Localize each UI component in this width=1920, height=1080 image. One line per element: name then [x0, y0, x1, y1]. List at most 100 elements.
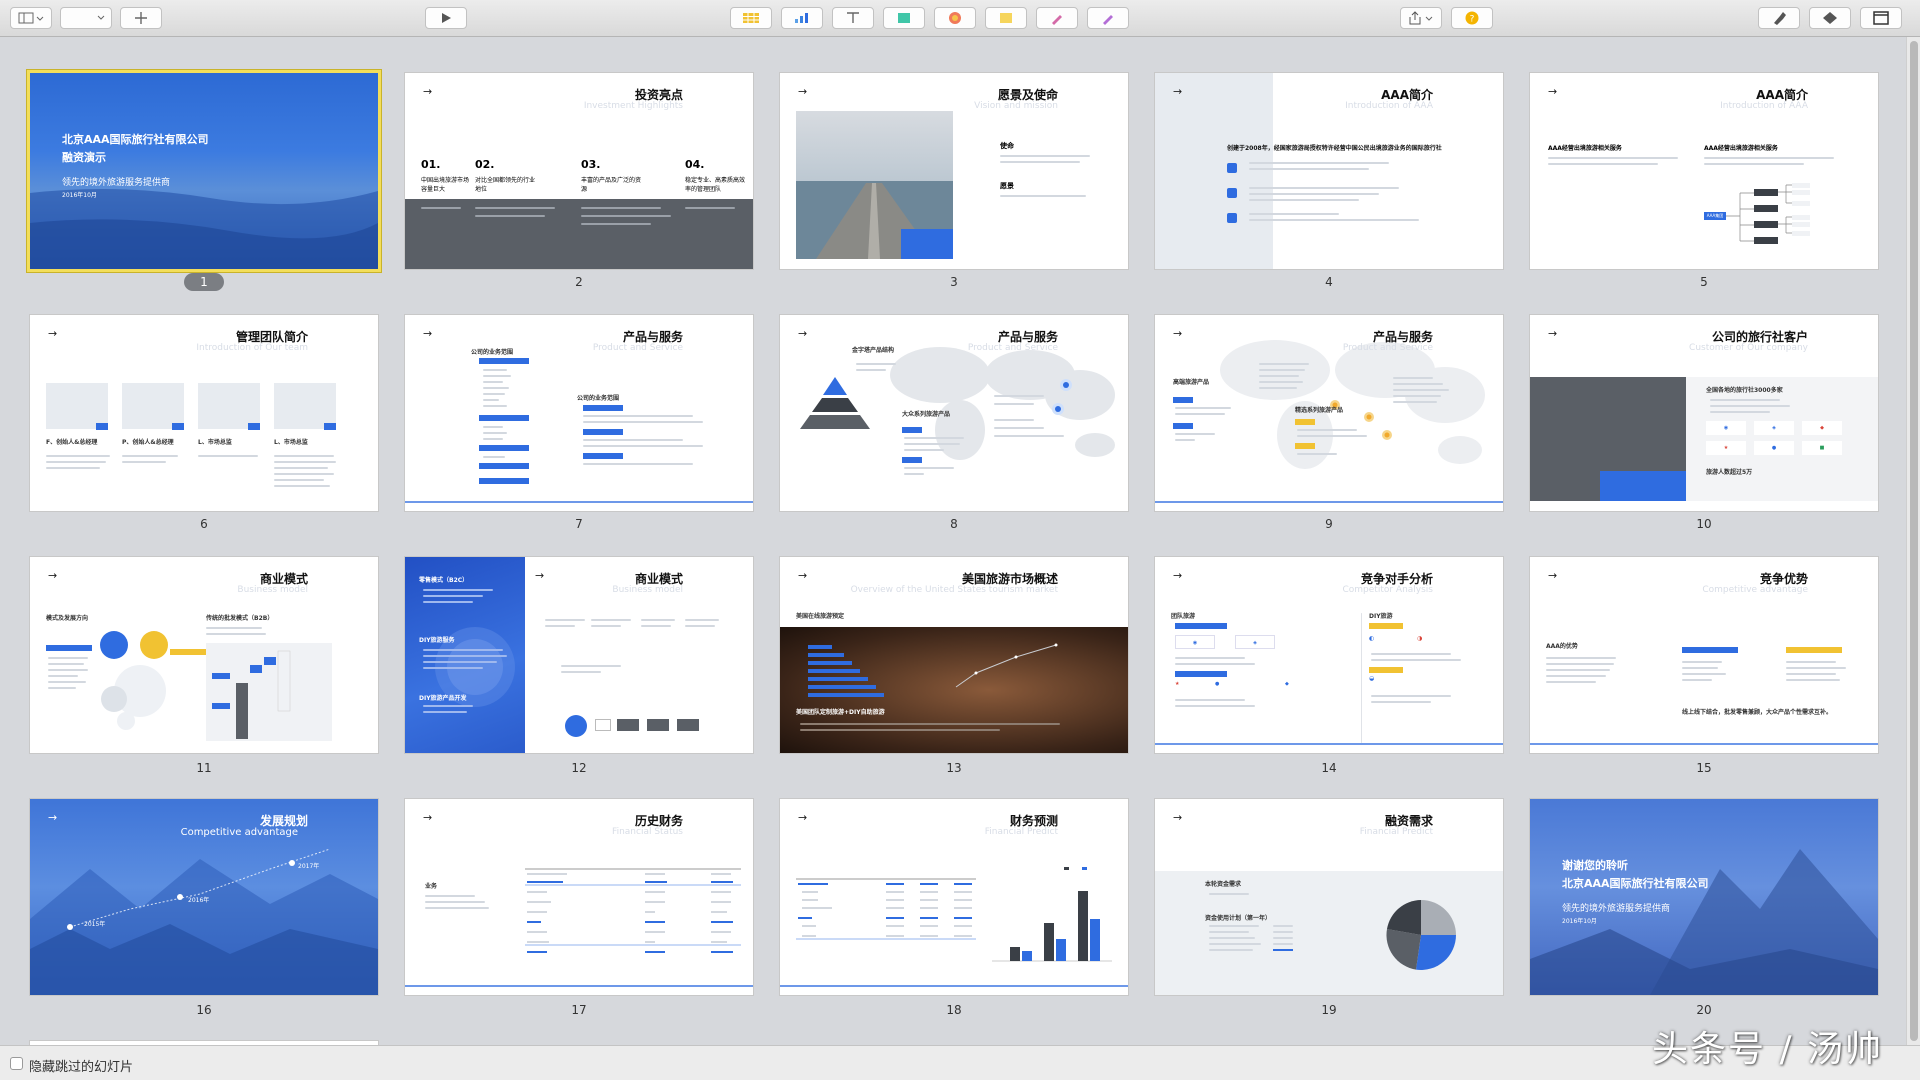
slide-thumbnail-20[interactable]: 谢谢您的聆听 北京AAA国际旅行社有限公司 领先的境外旅游服务提供商 2016年…: [1530, 799, 1878, 995]
competitor-logo: ◈: [1235, 635, 1275, 649]
client-logo: ◉: [1706, 421, 1746, 435]
slide-title: 北京AAA国际旅行社有限公司: [62, 133, 209, 146]
add-slide-button[interactable]: [120, 7, 162, 29]
highlight-text: 丰富的产品及广泛的资源: [581, 177, 642, 193]
forecast-table: [796, 878, 976, 940]
chart-button[interactable]: [781, 7, 823, 29]
slide-grid: 北京AAA国际旅行社有限公司 融资演示 领先的境外旅游服务提供商 2016年10…: [0, 37, 1906, 1045]
competitor-logo: ◑: [1417, 635, 1423, 642]
funding-pie-chart: [1386, 900, 1456, 970]
slide-thumbnail-19[interactable]: → 融资需求 Financial Predict 本轮资金需求 资金使用计划（第…: [1155, 799, 1503, 995]
draw-button[interactable]: [1087, 7, 1129, 29]
slide-thumbnail-10[interactable]: → 公司的旅行社客户 Customer of Our company 全国各地的…: [1530, 315, 1878, 511]
slide-subtitle: Customer of Our company: [1689, 343, 1808, 353]
slide-thumbnail-12[interactable]: 零售模式（B2C） DIY旅游服务 DIY旅游产品开发 → 商业模式 Busin…: [405, 557, 753, 753]
slide-subtitle: Competitive advantage: [180, 827, 298, 838]
slide-subtitle: Financial Predict: [1359, 827, 1433, 837]
client-logo: ◈: [1754, 421, 1794, 435]
shape-button[interactable]: [883, 7, 925, 29]
highlight-text: 中国出境旅游市场容量巨大: [421, 177, 470, 193]
slide-thumbnail-15[interactable]: → 竞争优势 Competitive advantage AAA的优势 线上线下…: [1530, 557, 1878, 753]
slide-thumbnail-5[interactable]: → AAA简介 Introduction of AAA AAA经营出境旅游相关服…: [1530, 73, 1878, 269]
arrow-icon: →: [423, 811, 433, 824]
arrow-icon: →: [798, 569, 808, 582]
highlight-number: 01.: [421, 158, 441, 171]
slide-number-5: 5: [1700, 275, 1708, 289]
comment-button[interactable]: [985, 7, 1027, 29]
section-label: 美国团队定制旅游+DIY自助旅游: [796, 709, 885, 716]
tree-diagram: [1726, 183, 1810, 244]
format-button[interactable]: [1758, 7, 1800, 29]
slide-subtitle: Financial Predict: [984, 827, 1058, 837]
slide-thumbnail-13[interactable]: → 美国旅游市场概述 Overview of the United States…: [780, 557, 1128, 753]
document-button[interactable]: [1860, 7, 1902, 29]
competitor-logo: ◒: [1369, 675, 1375, 682]
section-label: 本轮资金需求: [1205, 881, 1242, 888]
slide-thumbnail-8[interactable]: → 产品与服务 Product and Service 金字塔产品结构 大众系列…: [780, 315, 1128, 511]
hide-skipped-checkbox[interactable]: [10, 1057, 23, 1070]
highlight-number: 04.: [685, 158, 705, 171]
arrow-icon: →: [535, 569, 545, 582]
vertical-scrollbar[interactable]: [1906, 37, 1920, 1045]
slide-thumbnail-17[interactable]: → 历史财务 Financial Status 业务: [405, 799, 753, 995]
slide-thumbnail-4[interactable]: → AAA简介 Introduction of AAA 创建于2008年，经国家…: [1155, 73, 1503, 269]
scrollbar-thumb[interactable]: [1910, 41, 1918, 1041]
highlight-text: 稳定专业、高素质高效率的管理团队: [685, 177, 746, 193]
arrow-icon: →: [423, 85, 433, 98]
member-name: F、创始人&总经理: [46, 439, 98, 446]
dark-band: [405, 199, 753, 269]
slide-thumbnail-7[interactable]: → 产品与服务 Product and Service 公司的业务范围 公司的业…: [405, 315, 753, 511]
table-button[interactable]: [730, 7, 772, 29]
slide-number-15: 15: [1696, 761, 1712, 775]
text-icon: [847, 12, 859, 23]
icon-badge: [1227, 163, 1237, 173]
view-menu-button[interactable]: [10, 7, 52, 29]
chevron-down-icon: [97, 15, 105, 20]
section-label: 资金使用计划（第一年）: [1205, 915, 1272, 922]
highlight-number: 03.: [581, 158, 601, 171]
slide-thumbnail-2[interactable]: → 投资亮点 Investment Highlights 01. 02. 03.…: [405, 73, 753, 269]
timeline-year: 2016年: [188, 897, 210, 904]
play-button[interactable]: [425, 7, 467, 29]
slide-subtitle: Competitor Analysis: [1342, 585, 1433, 595]
slide-number-18: 18: [946, 1003, 962, 1017]
pen-icon: [1052, 15, 1062, 25]
section-label: 模式及发展方向: [46, 615, 89, 622]
slide-headline: 全国各地的旅行社3000多家: [1706, 387, 1783, 394]
slide-thumbnail-14[interactable]: → 竞争对手分析 Competitor Analysis 团队旅游 DIY旅游 …: [1155, 557, 1503, 753]
slide-number-1: 1: [184, 273, 224, 291]
document-icon: [1873, 11, 1889, 25]
forecast-bar-chart: [992, 867, 1112, 962]
svg-text:?: ?: [1470, 15, 1475, 25]
business-model-diagram: [100, 631, 168, 730]
brush-icon: [1103, 15, 1113, 25]
mission-label: 使命: [1000, 142, 1014, 150]
slide-number-4: 4: [1325, 275, 1333, 289]
section-label: 大众系列旅游产品: [902, 411, 951, 418]
slide-thumbnail-9[interactable]: → 产品与服务 Product and Service 高端旅游产品 精选系列旅…: [1155, 315, 1503, 511]
slide-thumbnail-6[interactable]: → 管理团队简介 Introduction of Our team F、创始人&…: [30, 315, 378, 511]
competitor-logo: ★: [1175, 681, 1180, 687]
member-name: L、市场总监: [198, 439, 232, 446]
member-name: L、市场总监: [274, 439, 308, 446]
arrow-icon: →: [48, 569, 58, 582]
slide-thumbnail-3[interactable]: → 愿景及使命 Vision and mission 使命 愿景: [780, 73, 1128, 269]
slide-subtitle: Business model: [612, 585, 683, 595]
arrow-icon: →: [798, 327, 808, 340]
slide-thumbnail-18[interactable]: → 财务预测 Financial Predict: [780, 799, 1128, 995]
media-button[interactable]: [934, 7, 976, 29]
timeline-year: 2017年: [298, 863, 320, 870]
text-button[interactable]: [832, 7, 874, 29]
competitor-logo: ●: [1215, 681, 1220, 687]
slide-thumbnail-11[interactable]: → 商业模式 Business model 模式及发展方向 传统的批发模式（B2…: [30, 557, 378, 753]
collaborate-button[interactable]: [1036, 7, 1078, 29]
share-button[interactable]: [1400, 7, 1442, 29]
zoom-menu-button[interactable]: [60, 7, 112, 29]
slide-thumbnail-16[interactable]: → 发展规划 Competitive advantage 2015年 2016年…: [30, 799, 378, 995]
footer-bar: 隐藏跳过的幻灯片: [0, 1045, 1920, 1080]
slide-thumbnail-1[interactable]: 北京AAA国际旅行社有限公司 融资演示 领先的境外旅游服务提供商 2016年10…: [30, 73, 378, 269]
animate-button[interactable]: [1809, 7, 1851, 29]
tips-button[interactable]: ?: [1451, 7, 1493, 29]
share-icon: [1409, 11, 1433, 25]
comment-icon: [1000, 13, 1012, 23]
